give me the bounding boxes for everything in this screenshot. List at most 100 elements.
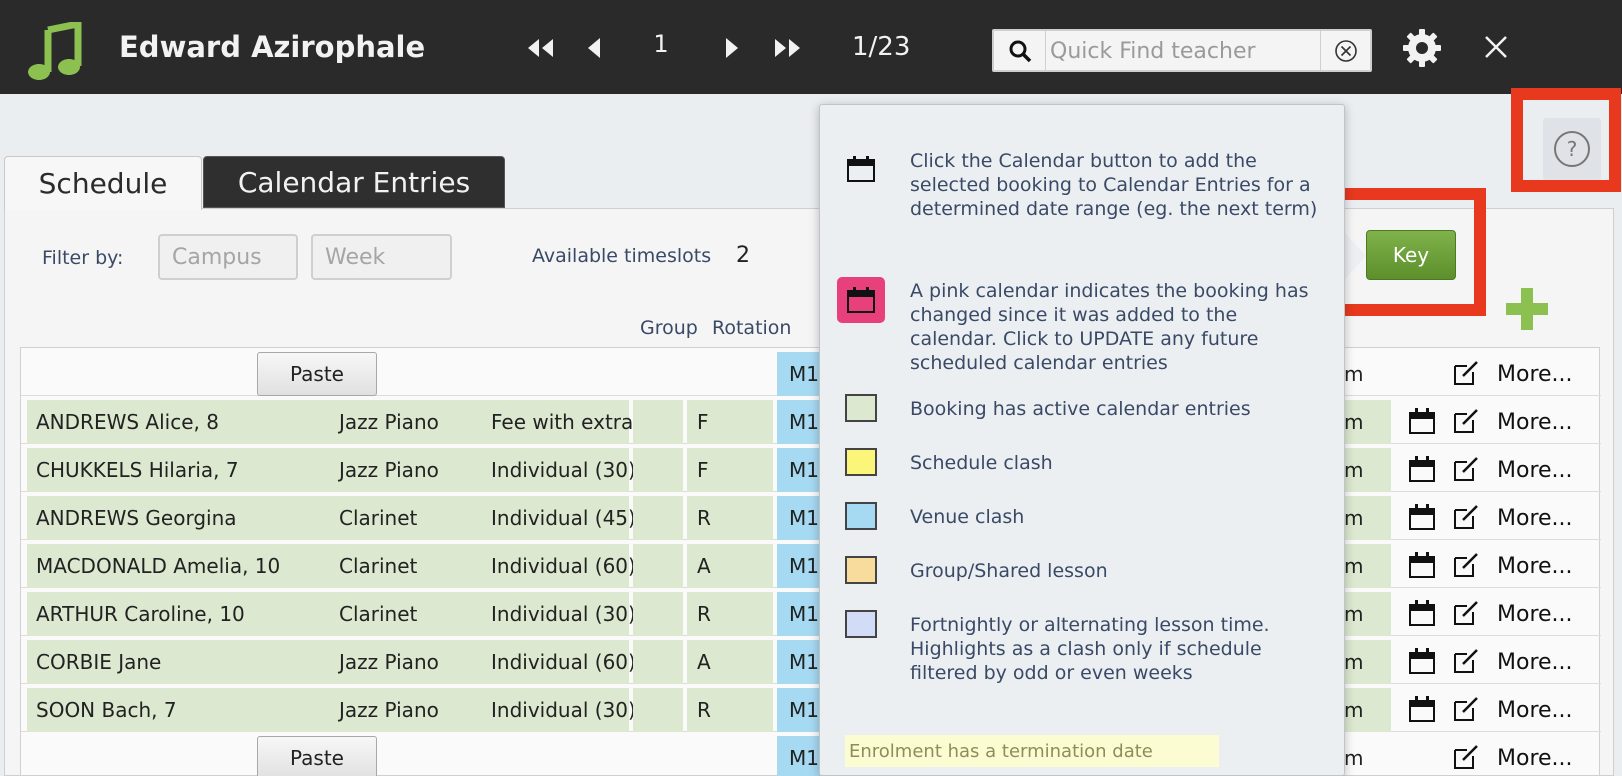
more-link[interactable]: More... [1497, 496, 1573, 540]
pink-calendar-icon [837, 277, 885, 323]
group-cell [633, 448, 683, 492]
group-cell [633, 688, 683, 732]
student-name: MACDONALD Amelia, 10 [36, 554, 281, 578]
more-link[interactable]: More... [1497, 736, 1573, 776]
group-cell [633, 496, 683, 540]
edit-icon[interactable] [1451, 646, 1481, 676]
instrument: Clarinet [339, 554, 418, 578]
search-icon[interactable] [994, 31, 1046, 70]
group-cell [633, 592, 683, 636]
double-chevron-left-icon [528, 39, 553, 57]
more-link[interactable]: More... [1497, 592, 1573, 636]
paste-row-bottom: Paste M1 m More... [21, 732, 1601, 776]
teacher-search [992, 29, 1372, 72]
more-link[interactable]: More... [1497, 400, 1573, 444]
available-timeslots-value: 2 [736, 243, 750, 268]
calendar-icon[interactable] [1407, 550, 1437, 580]
edit-icon[interactable] [1451, 598, 1481, 628]
close-icon[interactable] [1481, 32, 1511, 62]
key-popup: Click the Calendar button to add the sel… [819, 104, 1345, 776]
popup-arrow [1344, 232, 1366, 280]
legend-swatch [845, 610, 877, 638]
group-cell [633, 544, 683, 588]
available-timeslots-label: Available timeslots [532, 245, 712, 267]
more-link[interactable]: More... [1497, 352, 1573, 396]
rotation-cell: A [687, 544, 773, 588]
instrument: Jazz Piano [339, 698, 439, 722]
campus-filter[interactable] [158, 234, 298, 280]
lesson-type: Fee with extra [491, 410, 634, 434]
more-link[interactable]: More... [1497, 640, 1573, 684]
legend-swatch [845, 502, 877, 530]
calendar-icon[interactable] [1407, 598, 1437, 628]
search-input[interactable] [1050, 35, 1320, 67]
first-page-button[interactable] [522, 30, 558, 66]
table-row[interactable]: ANDREWS Alice, 8 Jazz Piano Fee with extra… [21, 396, 1601, 444]
table-row[interactable]: CHUKKELS Hilaria, 7 Jazz Piano Individual … [21, 444, 1601, 492]
calendar-icon[interactable] [1407, 646, 1437, 676]
rotation-cell: F [687, 400, 773, 444]
more-link[interactable]: More... [1497, 448, 1573, 492]
instrument: Jazz Piano [339, 458, 439, 482]
table-row[interactable]: ARTHUR Caroline, 10 Clarinet Individual (3… [21, 588, 1601, 636]
student-name: ANDREWS Alice, 8 [36, 410, 219, 434]
double-chevron-right-icon [775, 39, 800, 57]
schedule-table: Paste M1 m More... ANDREWS Alice, 8 Jazz … [20, 347, 1601, 776]
calendar-icon[interactable] [1407, 694, 1437, 724]
student-name: CHUKKELS Hilaria, 7 [36, 458, 239, 482]
table-row[interactable]: MACDONALD Amelia, 10 Clarinet Individual (… [21, 540, 1601, 588]
table-row[interactable]: CORBIE Jane Jazz Piano Individual (60) A M1 m… [21, 636, 1601, 684]
calendar-icon[interactable] [1407, 502, 1437, 532]
rotation-cell: R [687, 688, 773, 732]
next-page-button[interactable] [714, 30, 750, 66]
filter-label: Filter by: [42, 247, 124, 269]
gear-icon[interactable] [1402, 28, 1442, 68]
previous-page-button[interactable] [576, 30, 612, 66]
group-cell [633, 400, 683, 444]
page-count: 1/23 [852, 32, 911, 62]
more-link[interactable]: More... [1497, 688, 1573, 732]
edit-icon[interactable] [1451, 454, 1481, 484]
time-suffix: m [1344, 362, 1364, 386]
edit-icon[interactable] [1451, 358, 1481, 388]
paste-button[interactable]: Paste [257, 352, 377, 396]
music-note-icon [28, 22, 82, 80]
calendar-icon[interactable] [1407, 454, 1437, 484]
more-link[interactable]: More... [1497, 544, 1573, 588]
instrument: Jazz Piano [339, 410, 439, 434]
edit-icon[interactable] [1451, 742, 1481, 772]
rotation-column-header: Rotation [712, 317, 792, 339]
student-name: ANDREWS Georgina [36, 506, 237, 530]
lesson-type: Individual (30) [491, 602, 636, 626]
instrument: Clarinet [339, 602, 418, 626]
calendar-icon[interactable] [1407, 406, 1437, 436]
lesson-type: Individual (60) [491, 554, 636, 578]
edit-icon[interactable] [1451, 550, 1481, 580]
legend-label: Schedule clash [910, 452, 1053, 474]
calendar-icon [847, 156, 875, 182]
last-page-button[interactable] [770, 30, 806, 66]
student-name: ARTHUR Caroline, 10 [36, 602, 245, 626]
table-row[interactable]: ANDREWS Georgina Clarinet Individual (45) R… [21, 492, 1601, 540]
tab-calendar-entries[interactable]: Calendar Entries [203, 156, 505, 208]
legend-label: Booking has active calendar entries [910, 398, 1251, 420]
edit-icon[interactable] [1451, 502, 1481, 532]
chevron-right-icon [726, 38, 738, 58]
pink-calendar-key-text: A pink calendar indicates the booking ha… [910, 280, 1309, 374]
edit-icon[interactable] [1451, 406, 1481, 436]
paste-button[interactable]: Paste [257, 736, 377, 776]
add-icon[interactable] [1504, 286, 1550, 332]
tab-schedule[interactable]: Schedule [4, 156, 202, 210]
rotation-cell: A [687, 640, 773, 684]
lesson-type: Individual (30) [491, 698, 636, 722]
legend-label: Group/Shared lesson [910, 560, 1108, 582]
group-column-header: Group [640, 317, 698, 339]
edit-icon[interactable] [1451, 694, 1481, 724]
table-row[interactable]: SOON Bach, 7 Jazz Piano Individual (30) R M1… [21, 684, 1601, 732]
instrument: Clarinet [339, 506, 418, 530]
rotation-cell: F [687, 448, 773, 492]
student-name: SOON Bach, 7 [36, 698, 177, 722]
clear-search-icon[interactable] [1320, 31, 1370, 70]
week-filter[interactable] [311, 234, 452, 280]
legend-swatch [845, 394, 877, 422]
